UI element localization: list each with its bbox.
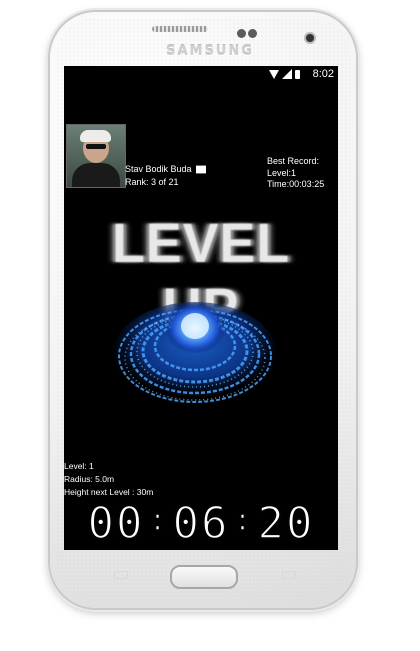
status-clock: 8:02	[312, 68, 334, 80]
home-button[interactable]	[170, 565, 238, 589]
player-name-row: Stav Bodik Buda	[125, 164, 206, 175]
best-record-panel: Best Record: Level:1 Time:00:03:25	[267, 156, 333, 191]
timer-separator: :	[233, 502, 254, 539]
front-camera	[306, 34, 314, 42]
best-record-level: Level:1	[267, 167, 297, 178]
brand-logo: SAMSUNG	[166, 44, 254, 59]
back-key[interactable]	[282, 571, 296, 579]
portal-graphic	[113, 302, 277, 406]
recent-apps-key[interactable]	[114, 571, 128, 579]
timer-separator: :	[148, 502, 169, 539]
earpiece-speaker	[152, 26, 208, 32]
status-bar: 8:02	[64, 66, 338, 82]
timer-seconds: 20	[257, 497, 315, 550]
proximity-sensor	[237, 29, 246, 38]
elapsed-timer: 00:06:20	[64, 497, 338, 550]
timer-hours: 00	[87, 497, 145, 550]
timer-minutes: 06	[172, 497, 230, 550]
app-screen: 8:02 Stav Bodik Buda Rank: 3 of 21 Best …	[64, 66, 338, 550]
stats-panel: Level: 1 Radius: 5.0m Height next Level …	[64, 460, 153, 499]
status-icons	[269, 69, 300, 79]
signal-icon	[282, 69, 292, 79]
player-name: Stav Bodik Buda	[125, 164, 192, 174]
stat-radius: Radius: 5.0m	[64, 474, 115, 484]
flag-icon	[195, 165, 206, 175]
stat-level: Level: 1	[64, 461, 94, 471]
light-sensor	[248, 29, 257, 38]
player-rank: Rank: 3 of 21	[125, 177, 179, 187]
best-record-time: Time:00:03:25	[267, 179, 325, 189]
wifi-icon	[269, 69, 279, 79]
avatar	[66, 124, 126, 188]
best-record-label: Best Record:	[267, 156, 320, 166]
battery-icon	[295, 69, 300, 79]
